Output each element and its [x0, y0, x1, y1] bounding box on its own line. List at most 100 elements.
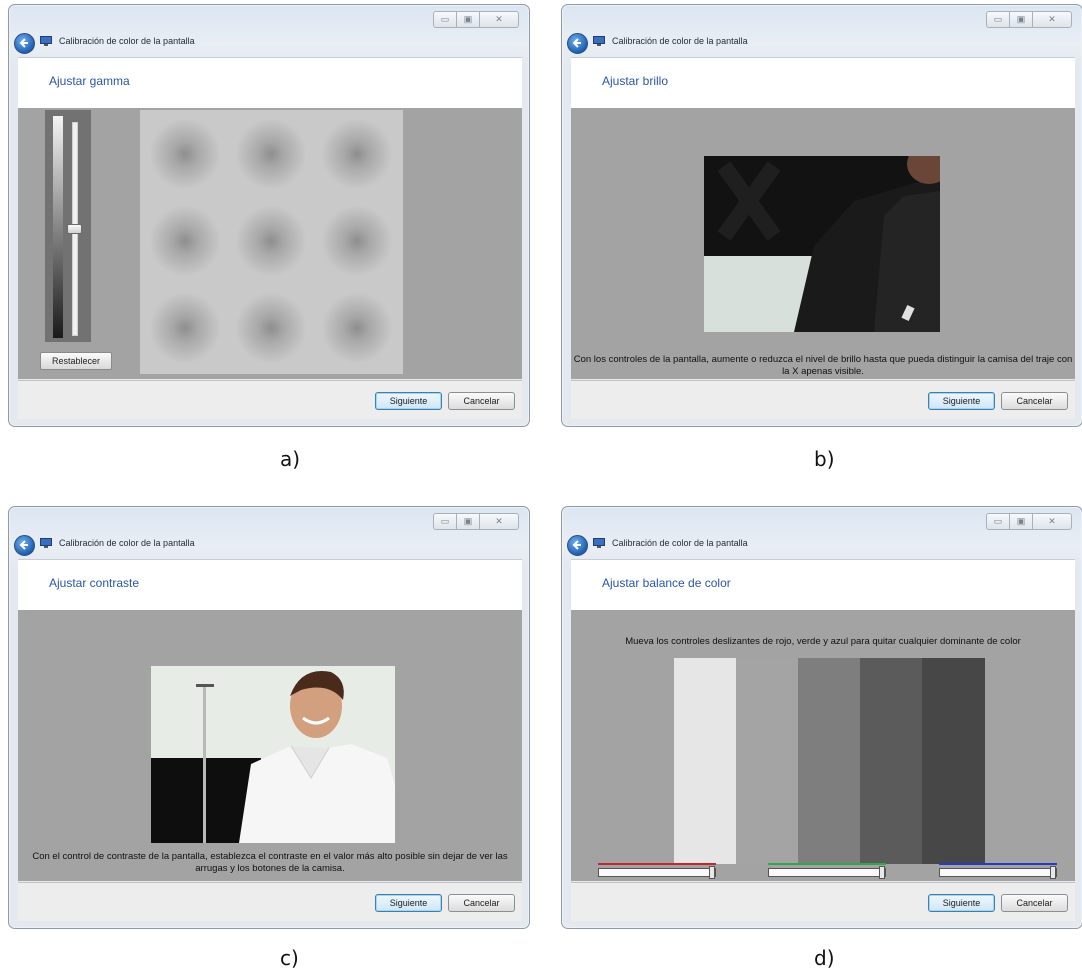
gamma-sample-grid — [140, 110, 403, 374]
page-heading: Ajustar brillo — [602, 74, 669, 88]
minimize-icon[interactable]: ▭ — [433, 11, 457, 28]
window-title: Calibración de color de la pantalla — [612, 36, 748, 46]
close-icon[interactable]: ✕ — [479, 513, 519, 530]
minimize-icon[interactable]: ▭ — [986, 11, 1010, 28]
window-title: Calibración de color de la pantalla — [59, 538, 195, 548]
cancel-button[interactable]: Cancelar — [448, 392, 515, 410]
next-button[interactable]: Siguiente — [375, 392, 442, 410]
brightness-sample-image — [704, 156, 940, 332]
close-icon[interactable]: ✕ — [479, 11, 519, 28]
maximize-icon[interactable]: ▣ — [1009, 513, 1033, 530]
footer-bar: Siguiente Cancelar — [571, 882, 1075, 921]
title-bar: Calibración de color de la pantalla — [9, 535, 529, 559]
gamma-slider-thumb[interactable] — [67, 224, 82, 234]
back-arrow-icon[interactable] — [567, 33, 588, 54]
title-bar: Calibración de color de la pantalla — [9, 33, 529, 57]
contrast-sample-image — [151, 666, 395, 843]
page-heading: Ajustar contraste — [49, 576, 140, 590]
footer-bar: Siguiente Cancelar — [571, 380, 1075, 419]
window-brightness: ▭ ▣ ✕ Calibración de color de la pantall… — [561, 4, 1082, 427]
window-contrast: ▭ ▣ ✕ Calibración de color de la pantall… — [8, 506, 530, 929]
red-slider[interactable] — [598, 863, 716, 879]
next-button[interactable]: Siguiente — [928, 894, 995, 912]
window-controls: ▭ ▣ ✕ — [433, 513, 519, 530]
panel-contrast: ▭ ▣ ✕ Calibración de color de la pantall… — [8, 506, 530, 929]
display-icon — [593, 538, 605, 548]
caption-a: a) — [280, 447, 301, 471]
back-arrow-icon[interactable] — [14, 33, 35, 54]
gamma-sample-dot — [235, 292, 307, 364]
display-icon — [40, 36, 52, 46]
window-controls: ▭ ▣ ✕ — [986, 513, 1072, 530]
title-bar: Calibración de color de la pantalla — [562, 33, 1082, 57]
title-bar: Calibración de color de la pantalla — [562, 535, 1082, 559]
caption-b: b) — [814, 447, 835, 471]
green-slider[interactable] — [768, 863, 886, 879]
gamma-sample-dot — [321, 205, 393, 277]
gray-bar-4 — [860, 658, 923, 864]
page-heading: Ajustar balance de color — [602, 576, 731, 590]
next-button[interactable]: Siguiente — [375, 894, 442, 912]
red-slider-track[interactable] — [598, 868, 716, 877]
minimize-icon[interactable]: ▭ — [433, 513, 457, 530]
gray-bar-3 — [798, 658, 861, 864]
gamma-slider-panel — [45, 110, 91, 342]
caption-c: c) — [280, 946, 299, 970]
window-title: Calibración de color de la pantalla — [59, 36, 195, 46]
cancel-button[interactable]: Cancelar — [448, 894, 515, 912]
gamma-sample-dot — [321, 292, 393, 364]
cancel-button[interactable]: Cancelar — [1001, 392, 1068, 410]
page-header: Ajustar brillo — [571, 57, 1075, 109]
green-slider-color — [768, 863, 886, 865]
close-icon[interactable]: ✕ — [1032, 513, 1072, 530]
reset-button[interactable]: Restablecer — [40, 352, 112, 370]
color-balance-instructions: Mueva los controles deslizantes de rojo,… — [625, 636, 1021, 647]
green-slider-thumb[interactable] — [879, 866, 885, 879]
minimize-icon[interactable]: ▭ — [986, 513, 1010, 530]
back-arrow-icon[interactable] — [14, 535, 35, 556]
color-balance-content: Mueva los controles deslizantes de rojo,… — [571, 610, 1075, 881]
page-heading: Ajustar gamma — [49, 74, 130, 88]
gamma-ramp — [53, 116, 63, 338]
gray-bars — [674, 658, 986, 864]
green-slider-track[interactable] — [768, 868, 886, 877]
blue-slider-track[interactable] — [939, 868, 1057, 877]
page-header: Ajustar balance de color — [571, 559, 1075, 611]
gray-bar-5 — [922, 658, 985, 864]
gray-bar-2 — [736, 658, 799, 864]
brightness-instructions: Con los controles de la pantalla, aument… — [573, 354, 1073, 377]
maximize-icon[interactable]: ▣ — [456, 513, 480, 530]
maximize-icon[interactable]: ▣ — [1009, 11, 1033, 28]
gamma-sample-dot — [235, 205, 307, 277]
contrast-instructions: Con el control de contraste de la pantal… — [32, 851, 508, 874]
page-header: Ajustar contraste — [18, 559, 522, 611]
blue-slider-color — [939, 863, 1057, 865]
close-icon[interactable]: ✕ — [1032, 11, 1072, 28]
panel-gamma: ▭ ▣ ✕ Calibración de color de la pantall… — [8, 4, 530, 427]
window-controls: ▭ ▣ ✕ — [986, 11, 1072, 28]
gamma-sample-dot — [321, 118, 393, 190]
maximize-icon[interactable]: ▣ — [456, 11, 480, 28]
blue-slider-thumb[interactable] — [1050, 866, 1056, 879]
footer-bar: Siguiente Cancelar — [18, 882, 522, 921]
gamma-content: Restablecer — [18, 108, 522, 379]
panel-color-balance: ▭ ▣ ✕ Calibración de color de la pantall… — [561, 506, 1082, 929]
window-color-balance: ▭ ▣ ✕ Calibración de color de la pantall… — [561, 506, 1082, 929]
gamma-sample-dot — [149, 292, 221, 364]
gamma-sample-dot — [235, 118, 307, 190]
red-slider-color — [598, 863, 716, 865]
gamma-sample-dot — [149, 205, 221, 277]
footer-bar: Siguiente Cancelar — [18, 380, 522, 419]
next-button[interactable]: Siguiente — [928, 392, 995, 410]
contrast-content: Con el control de contraste de la pantal… — [18, 610, 522, 881]
display-icon — [593, 36, 605, 46]
blue-slider[interactable] — [939, 863, 1057, 879]
page-header: Ajustar gamma — [18, 57, 522, 109]
gamma-sample-dot — [149, 118, 221, 190]
cancel-button[interactable]: Cancelar — [1001, 894, 1068, 912]
panel-brightness: ▭ ▣ ✕ Calibración de color de la pantall… — [561, 4, 1082, 427]
red-slider-thumb[interactable] — [709, 866, 715, 879]
back-arrow-icon[interactable] — [567, 535, 588, 556]
caption-d: d) — [814, 946, 835, 970]
window-title: Calibración de color de la pantalla — [612, 538, 748, 548]
